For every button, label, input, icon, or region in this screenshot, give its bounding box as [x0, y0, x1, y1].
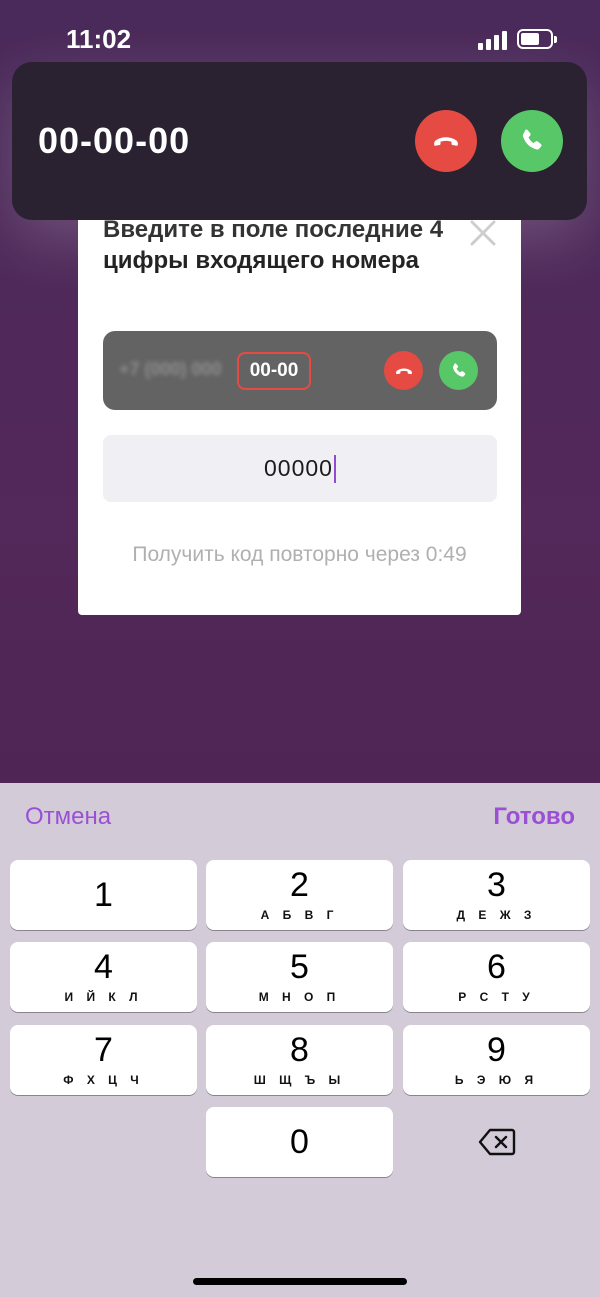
key-0[interactable]: 0: [206, 1107, 393, 1177]
accept-call-button[interactable]: [501, 110, 563, 172]
key-digit: 0: [290, 1123, 309, 1161]
decline-call-button[interactable]: [415, 110, 477, 172]
key-letters: Р С Т У: [458, 990, 535, 1004]
key-3[interactable]: 3 Д Е Ж З: [403, 860, 590, 930]
key-1[interactable]: 1: [10, 860, 197, 930]
key-2[interactable]: 2 А Б В Г: [206, 860, 393, 930]
code-input-field[interactable]: 00000: [103, 435, 497, 502]
highlighted-digits: 00-00: [237, 352, 311, 390]
key-letters: И Й К Л: [64, 990, 143, 1004]
key-7[interactable]: 7 Ф Х Ц Ч: [10, 1025, 197, 1095]
cancel-button[interactable]: Отмена: [25, 803, 111, 831]
key-letters: М Н О П: [258, 990, 341, 1004]
key-digit: 5: [290, 948, 309, 986]
key-letters: Д Е Ж З: [456, 908, 537, 922]
code-input-value: 00000: [264, 455, 333, 481]
incoming-call-banner[interactable]: 00-00-00: [12, 62, 587, 220]
example-call-banner: +7 (000) 000 00-00: [103, 331, 497, 410]
key-5[interactable]: 5 М Н О П: [206, 942, 393, 1012]
done-button[interactable]: Готово: [493, 803, 575, 831]
key-digit: 1: [94, 876, 113, 914]
home-indicator[interactable]: [193, 1278, 407, 1285]
key-letters: Ь Э Ю Я: [454, 1073, 539, 1087]
accept-call-icon: [522, 129, 542, 150]
key-4[interactable]: 4 И Й К Л: [10, 942, 197, 1012]
key-9[interactable]: 9 Ь Э Ю Я: [403, 1025, 590, 1095]
close-button[interactable]: [466, 216, 500, 250]
text-caret: [333, 454, 336, 483]
backspace-icon: [478, 1128, 515, 1156]
key-digit: 9: [487, 1031, 506, 1069]
key-8[interactable]: 8 Ш Щ Ъ Ы: [206, 1025, 393, 1095]
decline-call-icon: [434, 137, 458, 146]
key-digit: 7: [94, 1031, 113, 1069]
example-accept-icon: [439, 351, 478, 390]
key-6[interactable]: 6 Р С Т У: [403, 942, 590, 1012]
caller-number: 00-00-00: [38, 120, 191, 161]
example-decline-icon: [384, 351, 423, 390]
backspace-button[interactable]: [403, 1107, 590, 1177]
key-letters: Ш Щ Ъ Ы: [253, 1073, 346, 1087]
blurred-number: +7 (000) 000: [119, 359, 222, 379]
key-digit: 6: [487, 948, 506, 986]
dialog-title: Введите в поле последние 4 цифры входяще…: [103, 216, 444, 274]
key-digit: 2: [290, 866, 309, 904]
signal-icon: [478, 30, 510, 50]
key-letters: А Б В Г: [260, 908, 339, 922]
key-digit: 3: [487, 866, 506, 904]
numeric-keyboard: Отмена Готово 1 2 А Б В Г 3 Д Е Ж З 4 И …: [0, 783, 600, 1297]
resend-countdown: Получить код повторно через 0:49: [132, 543, 467, 566]
battery-icon: [517, 29, 557, 49]
key-digit: 8: [290, 1031, 309, 1069]
key-digit: 4: [94, 948, 113, 986]
key-letters: Ф Х Ц Ч: [63, 1073, 144, 1087]
close-icon: [470, 220, 496, 246]
verification-dialog: Введите в поле последние 4 цифры входяще…: [78, 200, 521, 615]
status-time: 11:02: [66, 24, 132, 54]
